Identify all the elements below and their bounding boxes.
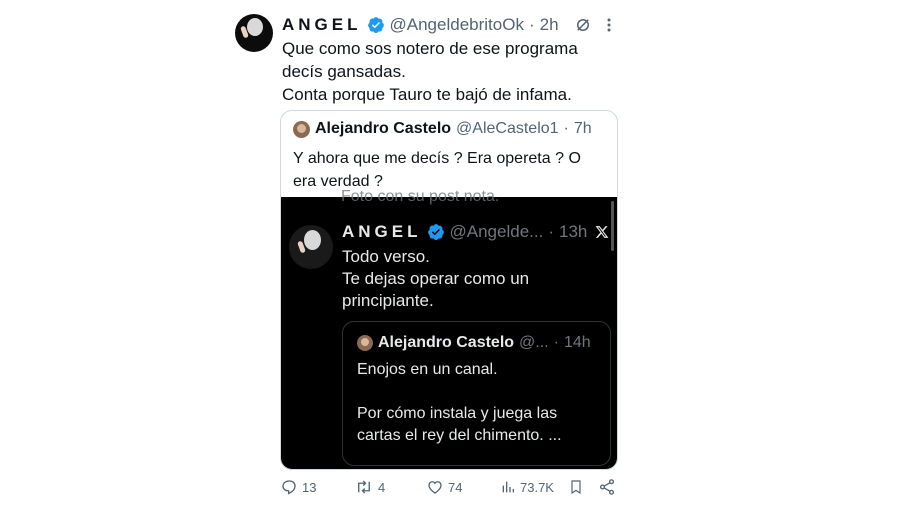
tweet-header: ANGEL @AngeldebritoOk · 2h: [282, 14, 559, 36]
bookmark-button[interactable]: [568, 478, 584, 496]
inner-quote-header: Alejandro Castelo @... · 14h: [357, 334, 591, 352]
grok-icon[interactable]: [574, 16, 592, 34]
tweet-text-line: Conta porque Tauro te bajó de infama.: [282, 85, 572, 104]
screenshot-author-handle: @Angelde...: [449, 222, 544, 241]
x-logo-icon: [595, 225, 609, 239]
inner-quote-author-name: Alejandro Castelo: [378, 334, 515, 351]
repost-button[interactable]: 4: [354, 478, 385, 496]
avatar-face: [247, 18, 263, 36]
tweet-text-line: Que como sos notero de ese programa: [282, 39, 578, 58]
inner-quote-text-line: [357, 381, 602, 403]
verified-badge-icon: [367, 16, 385, 34]
quote-separator: ·: [563, 120, 569, 137]
screenshot-author-avatar: [289, 225, 333, 269]
like-count: 74: [448, 479, 463, 495]
inner-quote-text-line: Enojos en un canal.: [357, 361, 498, 378]
avatar-face: [304, 230, 321, 250]
screenshot-text-line: Todo verso.: [342, 247, 430, 266]
quote-text-line: Y ahora que me decís ? Era opereta ? O: [293, 150, 581, 167]
screenshot-scrollbar: [611, 201, 614, 251]
views-count: 73.7K: [520, 479, 554, 495]
reply-icon: [280, 478, 298, 496]
quote-author-name: Alejandro Castelo: [315, 120, 452, 137]
screenshot-time: 13h: [559, 222, 588, 241]
inner-quote-avatar: [357, 335, 373, 351]
author-handle[interactable]: @AngeldebritoOk: [390, 15, 524, 35]
author-name[interactable]: ANGEL: [282, 15, 362, 35]
inner-quote-separator: ·: [553, 334, 559, 351]
reply-button[interactable]: 13: [280, 478, 316, 496]
header-separator: ·: [528, 15, 535, 34]
quoted-tweet-card[interactable]: Alejandro Castelo @AleCastelo1 · 7h Y ah…: [280, 110, 618, 470]
screenshot-header: ANGEL @Angelde... · 13h: [342, 222, 587, 242]
repost-count: 4: [378, 479, 386, 495]
quote-media-screenshot[interactable]: Foto con su post nota. ANGEL @Angelde...…: [281, 188, 617, 469]
screenshot-text-line: principiante.: [342, 291, 434, 310]
author-avatar[interactable]: [235, 14, 273, 52]
more-options-icon[interactable]: [604, 16, 614, 34]
bookmark-icon: [568, 478, 584, 496]
share-icon: [598, 478, 616, 496]
views-button[interactable]: 73.7K: [500, 478, 554, 496]
inner-quote-time: 14h: [563, 334, 591, 351]
views-chart-icon: [500, 478, 516, 496]
tweet-time[interactable]: 2h: [540, 15, 559, 35]
quote-author-handle: @AleCastelo1: [456, 120, 559, 137]
inner-quote-handle: @...: [519, 334, 549, 351]
heart-icon: [426, 478, 444, 496]
quote-author-avatar: [293, 120, 310, 138]
reply-count: 13: [302, 479, 317, 495]
repost-icon: [354, 478, 374, 496]
quote-header: Alejandro Castelo @AleCastelo1 · 7h: [293, 120, 592, 138]
screenshot-text-line: Te dejas operar como un: [342, 269, 530, 288]
like-button[interactable]: 74: [426, 478, 462, 496]
quote-text: Y ahora que me decís ? Era opereta ? O e…: [293, 147, 608, 193]
screenshot-separator: ·: [548, 222, 554, 241]
inner-quote-text-line: cartas el rey del chimento. ...: [357, 427, 562, 444]
screenshot-author-name: ANGEL: [342, 222, 422, 241]
screenshot-tweet-text: Todo verso. Te dejas operar como un prin…: [342, 246, 592, 312]
inner-quote-text-line: Por cómo instala y juega las: [357, 405, 558, 422]
verified-badge-icon: [427, 223, 445, 241]
screenshot-inner-quote: Alejandro Castelo @... · 14h Enojos en u…: [342, 321, 611, 466]
tweet-text-line: decís gansadas.: [282, 62, 406, 81]
quote-time: 7h: [573, 120, 592, 137]
inner-quote-text: Enojos en un canal. Por cómo instala y j…: [357, 359, 602, 447]
cut-off-text: Foto con su post nota.: [341, 188, 500, 205]
tweet-text: Que como sos notero de ese programa decí…: [282, 37, 622, 106]
share-button[interactable]: [598, 478, 616, 496]
